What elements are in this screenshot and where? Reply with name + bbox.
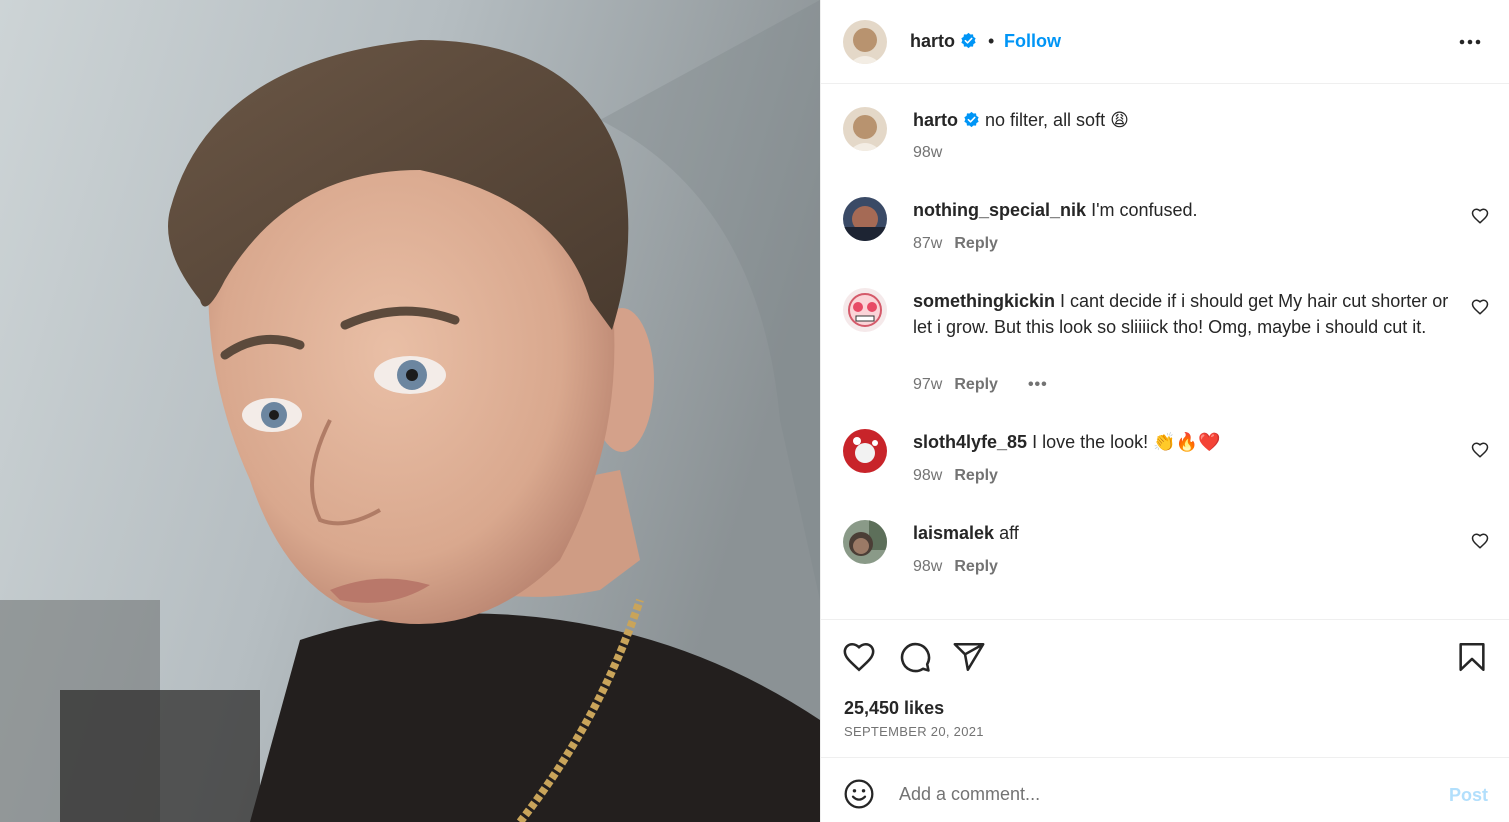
comment-username[interactable]: sloth4lyfe_85 bbox=[913, 432, 1027, 452]
reply-button[interactable]: Reply bbox=[954, 467, 998, 484]
comment-like-icon[interactable] bbox=[1471, 532, 1489, 550]
reply-button[interactable]: Reply bbox=[954, 376, 998, 393]
comment-meta: 98w Reply bbox=[913, 558, 998, 576]
comment-time[interactable]: 98w bbox=[913, 467, 942, 484]
post-side-panel: harto • Follow harto no filter, all soft… bbox=[820, 0, 1509, 822]
verified-badge-icon bbox=[964, 111, 979, 128]
likes-count[interactable]: 25,450 likes bbox=[844, 698, 944, 719]
portrait-image bbox=[0, 0, 820, 822]
comment-avatar[interactable] bbox=[843, 520, 887, 564]
comment-meta: 87w Reply bbox=[913, 235, 998, 253]
comment-text-block: laismalek aff bbox=[913, 520, 1453, 546]
heart-icon[interactable] bbox=[842, 640, 876, 674]
comment-options-button[interactable]: ••• bbox=[1028, 376, 1048, 393]
comment-composer: Post bbox=[821, 757, 1509, 822]
comment-text: I'm confused. bbox=[1091, 200, 1198, 220]
comments-list[interactable]: harto no filter, all soft 😩 98w nothing_… bbox=[821, 85, 1509, 619]
comment-time[interactable]: 98w bbox=[913, 558, 942, 575]
comment-text-block: nothing_special_nik I'm confused. bbox=[913, 197, 1453, 223]
author-name-text[interactable]: harto bbox=[910, 31, 955, 51]
comment-avatar[interactable] bbox=[843, 197, 887, 241]
more-options-icon[interactable] bbox=[1457, 30, 1483, 54]
caption-time[interactable]: 98w bbox=[913, 144, 942, 161]
comment-like-icon[interactable] bbox=[1471, 207, 1489, 225]
comment-text-block: somethingkickin I cant decide if i shoul… bbox=[913, 288, 1453, 340]
comment-like-icon[interactable] bbox=[1471, 441, 1489, 459]
caption-username[interactable]: harto bbox=[913, 110, 958, 130]
verified-badge-icon bbox=[961, 32, 976, 49]
caption-text-block: harto no filter, all soft 😩 bbox=[913, 107, 1453, 133]
bookmark-icon[interactable] bbox=[1455, 640, 1489, 674]
comment-avatar[interactable] bbox=[843, 288, 887, 332]
caption-meta: 98w bbox=[913, 144, 942, 162]
author-username[interactable]: harto bbox=[910, 31, 977, 52]
caption-avatar[interactable] bbox=[843, 107, 887, 151]
post-header: harto • Follow bbox=[821, 0, 1509, 84]
comment-username[interactable]: nothing_special_nik bbox=[913, 200, 1086, 220]
reply-button[interactable]: Reply bbox=[954, 558, 998, 575]
comment-meta: 98w Reply bbox=[913, 467, 998, 485]
comment-time[interactable]: 97w bbox=[913, 376, 942, 393]
paper-plane-icon[interactable] bbox=[952, 640, 986, 674]
comment-bubble-icon[interactable] bbox=[898, 640, 932, 674]
comment-username[interactable]: laismalek bbox=[913, 523, 994, 543]
post-photo bbox=[0, 0, 820, 822]
author-avatar[interactable] bbox=[843, 20, 887, 64]
post-date[interactable]: SEPTEMBER 20, 2021 bbox=[844, 724, 984, 739]
comment-text: aff bbox=[999, 523, 1019, 543]
comment-like-icon[interactable] bbox=[1471, 298, 1489, 316]
caption-text: no filter, all soft 😩 bbox=[985, 110, 1129, 130]
comment-time[interactable]: 87w bbox=[913, 235, 942, 252]
post-comment-button[interactable]: Post bbox=[1449, 785, 1488, 806]
emoji-smiley-icon[interactable] bbox=[843, 778, 875, 810]
comment-input[interactable] bbox=[899, 780, 1419, 808]
comment-text: I love the look! 👏🔥❤️ bbox=[1032, 432, 1221, 452]
comment-avatar[interactable] bbox=[843, 429, 887, 473]
comment-text-block: sloth4lyfe_85 I love the look! 👏🔥❤️ bbox=[913, 429, 1453, 455]
separator-dot: • bbox=[988, 31, 995, 51]
post-actions: 25,450 likes SEPTEMBER 20, 2021 bbox=[821, 619, 1509, 757]
comment-username[interactable]: somethingkickin bbox=[913, 291, 1055, 311]
reply-button[interactable]: Reply bbox=[954, 235, 998, 252]
follow-button[interactable]: Follow bbox=[1004, 31, 1061, 52]
comment-meta: 97w Reply ••• bbox=[913, 376, 1048, 394]
